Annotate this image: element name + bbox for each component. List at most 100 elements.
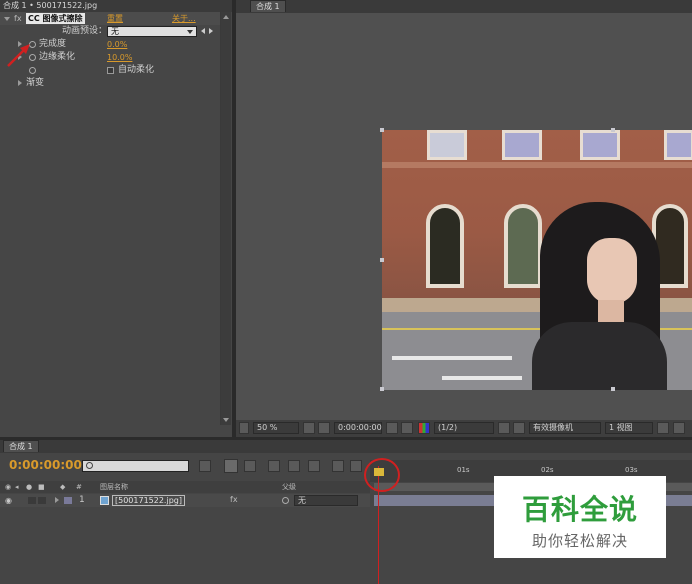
- annotation-arrow-icon: [7, 44, 30, 67]
- safe-zones-icon[interactable]: [303, 422, 315, 434]
- mask-toggle-icon[interactable]: [318, 422, 330, 434]
- window: [427, 130, 467, 160]
- stopwatch-icon[interactable]: [29, 67, 36, 74]
- channel-icon[interactable]: [418, 422, 430, 434]
- property-row-completion[interactable]: 完成度 0.0%: [0, 38, 220, 51]
- zoom-value: 50 %: [257, 423, 278, 432]
- layer-solo-box[interactable]: [28, 497, 36, 504]
- view-layout-dropdown[interactable]: 1 视图: [605, 422, 653, 434]
- layer-name-column[interactable]: 图层名称: [100, 481, 128, 493]
- views-value: 1 视图: [609, 423, 633, 432]
- hide-shy-layers-icon[interactable]: [268, 460, 280, 472]
- property-label: 边缘柔化: [39, 52, 76, 62]
- pickwhip-icon[interactable]: [282, 497, 289, 504]
- tab-timeline-composition[interactable]: 合成 1: [3, 440, 39, 452]
- eye-icon[interactable]: ◉: [5, 481, 11, 493]
- comp-timecode: 0:00:00:00: [338, 423, 382, 432]
- expand-layer-icon[interactable]: [55, 497, 59, 503]
- transparency-grid-icon[interactable]: [513, 422, 525, 434]
- solo-icon[interactable]: ●: [26, 481, 32, 493]
- transform-handle[interactable]: [380, 258, 384, 262]
- person-jacket: [532, 322, 667, 390]
- watermark-title: 百科全说: [521, 493, 638, 526]
- effect-controls-header[interactable]: 合成 1 • 500171522.jpg: [0, 0, 232, 12]
- draft-3d-icon[interactable]: [244, 460, 256, 472]
- fx-icon[interactable]: fx: [14, 12, 22, 25]
- animation-preset-row: 动画预设： 无: [0, 25, 220, 38]
- toggle-pixel-aspect-icon[interactable]: [657, 422, 669, 434]
- audio-icon[interactable]: ◂: [15, 481, 19, 493]
- composition-panel: 合成 1 50 % 0:00:00:00 (1/2) 有效摄像机 1 视图: [236, 0, 692, 437]
- layer-column-header: ◉ ◂ ● ■ ◆ # 图层名称 父级: [0, 481, 370, 493]
- transform-handle[interactable]: [380, 387, 384, 391]
- ruler-mark: 02s: [541, 466, 554, 474]
- snapshot-icon[interactable]: [386, 422, 398, 434]
- transform-handle[interactable]: [380, 128, 384, 132]
- animation-preset-value: 无: [111, 27, 119, 36]
- layer-search-input[interactable]: [82, 460, 189, 472]
- reset-link[interactable]: 重置: [107, 12, 123, 25]
- property-row-edge-softness[interactable]: 边缘柔化 10.0%: [0, 51, 220, 64]
- camera-value: 有效摄像机: [533, 423, 573, 432]
- show-snapshot-icon[interactable]: [401, 422, 413, 434]
- composition-tab-label: 合成 1: [256, 2, 280, 11]
- parent-value: 无: [298, 496, 306, 505]
- motion-blur-icon[interactable]: [308, 460, 320, 472]
- layer-visibility-icon[interactable]: ◉: [5, 496, 12, 505]
- effect-controls-panel: 合成 1 • 500171522.jpg fx CC 图像式擦除 重置 关于..…: [0, 0, 232, 437]
- parent-dropdown[interactable]: 无: [294, 495, 358, 506]
- layer-name[interactable]: [500171522.jpg]: [112, 495, 185, 506]
- expand-effect-icon[interactable]: [4, 17, 10, 21]
- playhead-highlight-circle: [364, 458, 400, 492]
- window: [664, 130, 692, 160]
- scroll-up-icon[interactable]: [223, 15, 229, 19]
- about-link[interactable]: 关于...: [172, 12, 196, 25]
- property-row-auto-softness: 自动柔化: [0, 64, 220, 77]
- arched-window: [426, 204, 464, 288]
- transform-handle[interactable]: [611, 128, 615, 132]
- next-preset-icon[interactable]: [209, 28, 213, 34]
- property-value[interactable]: 0.0%: [107, 38, 127, 51]
- zoom-dropdown[interactable]: 50 %: [253, 422, 299, 434]
- expand-gradient-icon[interactable]: [18, 80, 22, 86]
- prev-preset-icon[interactable]: [201, 28, 205, 34]
- layer-row[interactable]: ◉ 1 [500171522.jpg] fx 无: [0, 494, 370, 507]
- label-icon[interactable]: ◆: [60, 481, 65, 493]
- layer-number: 1: [79, 495, 85, 505]
- property-row-gradient[interactable]: 渐变: [0, 77, 220, 90]
- live-update-icon[interactable]: [224, 459, 238, 473]
- always-preview-icon[interactable]: [239, 422, 249, 434]
- layer-lock-box[interactable]: [38, 497, 46, 504]
- resolution-dropdown[interactable]: (1/2): [434, 422, 494, 434]
- parent-column[interactable]: 父级: [282, 481, 296, 493]
- transform-handle[interactable]: [611, 387, 615, 391]
- auto-softness-checkbox[interactable]: [107, 67, 114, 74]
- effect-controls-title: 合成 1 • 500171522.jpg: [3, 1, 98, 10]
- region-of-interest-icon[interactable]: [498, 422, 510, 434]
- camera-dropdown[interactable]: 有效摄像机: [529, 422, 601, 434]
- frame-blending-icon[interactable]: [288, 460, 300, 472]
- composition-tab-bar: [236, 0, 692, 13]
- composition-image[interactable]: [382, 130, 692, 390]
- person-face: [587, 238, 637, 304]
- arched-window: [504, 204, 542, 288]
- fx-switch-icon[interactable]: fx: [230, 495, 238, 504]
- current-time-display[interactable]: 0:00:00:00: [334, 422, 382, 434]
- ruler-mark: 01s: [457, 466, 470, 474]
- tab-composition[interactable]: 合成 1: [250, 0, 286, 12]
- layer-label-color[interactable]: [64, 497, 72, 504]
- timeline-timecode[interactable]: 0:00:00:00: [9, 458, 82, 472]
- effect-row[interactable]: fx CC 图像式擦除 重置 关于...: [0, 12, 220, 25]
- animation-preset-dropdown[interactable]: 无: [107, 26, 197, 37]
- scroll-down-icon[interactable]: [223, 418, 229, 422]
- graph-editor-icon[interactable]: [350, 460, 362, 472]
- effect-controls-scrollbar[interactable]: [221, 12, 231, 425]
- window: [502, 130, 542, 160]
- lock-icon[interactable]: ■: [38, 481, 45, 493]
- brainstorm-icon[interactable]: [332, 460, 344, 472]
- effect-name[interactable]: CC 图像式擦除: [26, 13, 85, 24]
- property-value[interactable]: 10.0%: [107, 51, 132, 64]
- watermark-subtitle: 助你轻松解决: [531, 532, 628, 550]
- comp-mini-flowchart-icon[interactable]: [199, 460, 211, 472]
- fast-previews-icon[interactable]: [673, 422, 685, 434]
